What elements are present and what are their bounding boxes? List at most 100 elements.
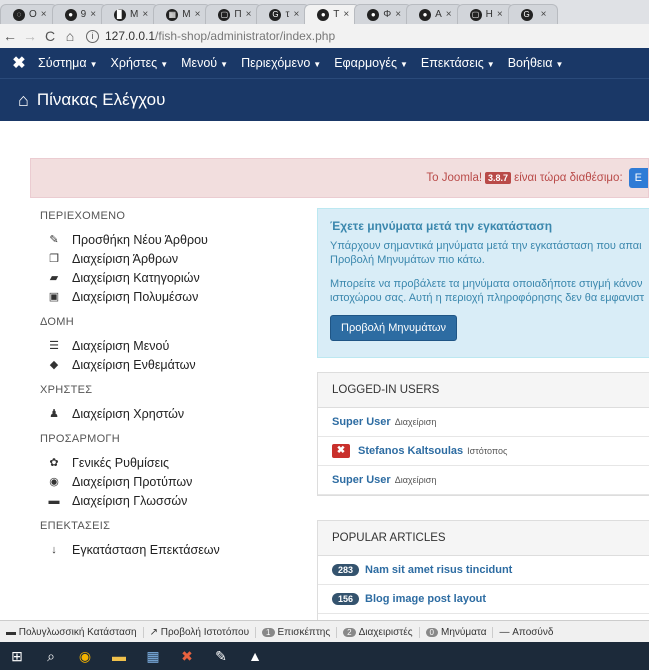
logout-user-button[interactable]: ✖: [332, 444, 350, 458]
browser-tab[interactable]: ◌ O ×: [0, 4, 58, 24]
browser-tab[interactable]: Gτ ×: [256, 4, 311, 24]
copy-icon: ❐: [49, 253, 59, 265]
logout-link[interactable]: — Αποσύνδ: [493, 627, 559, 638]
browser-tab[interactable]: ▢ H ×: [456, 4, 514, 24]
admin-top-menu: ✖ Σύστημα ▼ Χρήστες ▼ Μενού ▼ Περιεχόμενο ▼ Εφαρ…: [0, 48, 649, 78]
sidebar-item[interactable]: ◆ Διαχείριση Ενθεμάτων: [46, 355, 300, 374]
windows-start-icon[interactable]: ⊞: [0, 648, 34, 665]
sidebar-item[interactable]: ♟ Διαχείριση Χρηστών: [46, 404, 300, 423]
module-header: POPULAR ARTICLES: [318, 521, 649, 556]
chrome-icon[interactable]: ◉: [68, 648, 102, 665]
sidebar-item[interactable]: ▣ Διαχείριση Πολυμέσων: [46, 287, 300, 306]
tab-close-icon[interactable]: ×: [142, 9, 148, 20]
tab-favicon-icon: ◌: [13, 8, 25, 21]
tab-close-icon[interactable]: ×: [41, 9, 47, 20]
top-menu-item[interactable]: Βοήθεια ▼: [508, 56, 564, 70]
tab-close-icon[interactable]: ×: [395, 9, 401, 20]
photos-icon[interactable]: ▲: [238, 648, 272, 664]
top-menu-label: Επεκτάσεις: [420, 56, 484, 70]
search-icon[interactable]: ⌕: [34, 648, 68, 665]
sidebar-section-title: ΠΡΟΣΑΡΜΟΓΗ: [40, 433, 121, 445]
tab-close-icon[interactable]: ×: [246, 9, 252, 20]
user-name-link[interactable]: Super User: [332, 474, 391, 486]
tab-title: A: [435, 9, 442, 20]
sidebar-item-label: Διαχείριση Μενού: [72, 338, 170, 353]
sidebar-section: ΕΠΕΚΤΑΣΕΙΣ ↓ Εγκατάσταση Επεκτάσεων: [40, 520, 300, 559]
cog-icon: ✿: [49, 457, 59, 469]
sidebar-item[interactable]: ☰ Διαχείριση Μενού: [46, 336, 300, 355]
view-messages-button[interactable]: Προβολή Μηνυμάτων: [330, 315, 457, 341]
top-menu-item[interactable]: Χρήστες ▼: [111, 56, 169, 70]
article-link[interactable]: Nam sit amet risus tincidunt: [365, 564, 512, 576]
top-menu-item[interactable]: Εφαρμογές ▼: [334, 56, 408, 70]
user-area: Ιστότοπος: [467, 446, 508, 456]
visitors-status[interactable]: 1 Επισκέπτης: [256, 626, 338, 638]
external-link-icon: ↗: [149, 626, 161, 638]
home-icon[interactable]: ⌂: [60, 28, 80, 44]
sidebar-item-label: Διαχείριση Άρθρων: [72, 251, 179, 266]
sidebar-item[interactable]: ✎ Προσθήκη Νέου Άρθρου: [46, 230, 300, 249]
postinstall-text-1: Υπάρχουν σημαντικά μηνύματα μετά την εγκ…: [330, 240, 642, 266]
tab-title: Π: [234, 9, 242, 20]
top-menu-item[interactable]: Επεκτάσεις ▼: [421, 56, 495, 70]
top-menu-item[interactable]: Μενού ▼: [181, 56, 228, 70]
browser-tab[interactable]: G ×: [507, 4, 558, 24]
multilanguage-status[interactable]: ▬ Πολυγλωσσική Κατάσταση: [0, 626, 144, 638]
sidebar-item-label: Διαχείριση Πολυμέσων: [72, 289, 199, 304]
preview-site-link[interactable]: ↗ Προβολή Ιστοτόπου: [144, 626, 257, 638]
top-menu-item[interactable]: Περιεχόμενο ▼: [241, 56, 321, 70]
sidebar-item[interactable]: ▰ Διαχείριση Κατηγοριών: [46, 268, 300, 287]
joomla-app-icon[interactable]: ✖: [170, 648, 204, 665]
admins-status[interactable]: 2 Διαχειριστές: [337, 626, 420, 638]
update-button[interactable]: E: [628, 168, 648, 188]
user-name-link[interactable]: Super User: [332, 416, 391, 428]
logged-user-row: Super User Διαχείριση: [318, 408, 649, 437]
browser-tab[interactable]: ● 9 ×: [51, 4, 108, 24]
article-link[interactable]: Blog image post layout: [365, 593, 486, 605]
tab-close-icon[interactable]: ×: [293, 9, 299, 20]
sidebar-item[interactable]: ✿ Γενικές Ρυθμίσεις: [46, 453, 300, 472]
url-field[interactable]: i 127.0.0.1/fish-shop/administrator/inde…: [86, 29, 335, 43]
sidebar-section-title: ΕΠΕΚΤΑΣΕΙΣ: [40, 520, 111, 532]
minus-icon: —: [499, 626, 513, 638]
tab-favicon-icon: ●: [64, 8, 77, 21]
sidebar-item[interactable]: ▬ Διαχείριση Γλωσσών: [46, 491, 300, 510]
sidebar-item[interactable]: ↓ Εγκατάσταση Επεκτάσεων: [46, 540, 300, 559]
tab-close-icon[interactable]: ×: [446, 9, 452, 20]
publisher-icon[interactable]: ▦: [136, 648, 170, 665]
sidebar-item-label: Διαχείριση Χρηστών: [72, 406, 185, 421]
tab-close-icon[interactable]: ×: [541, 9, 547, 20]
tab-close-icon[interactable]: ×: [90, 9, 96, 20]
browser-tab[interactable]: ▢ Π ×: [205, 4, 263, 24]
tab-favicon-icon: ●: [419, 8, 432, 21]
browser-tab[interactable]: ▦ M ×: [153, 4, 212, 24]
sidebar-item-label: Διαχείριση Γλωσσών: [72, 493, 188, 508]
messages-status[interactable]: 0 Μηνύματα: [420, 626, 494, 638]
tab-close-icon[interactable]: ×: [343, 9, 349, 20]
sidebar-item-label: Προσθήκη Νέου Άρθρου: [72, 232, 208, 247]
sidebar-section: ΧΡΗΣΤΕΣ ♟ Διαχείριση Χρηστών: [40, 384, 300, 423]
file-explorer-icon[interactable]: ▬: [102, 648, 136, 664]
browser-tab[interactable]: ▊ M ×: [101, 4, 160, 24]
tab-favicon-icon: ●: [367, 8, 380, 21]
browser-tab[interactable]: ● A ×: [406, 4, 463, 24]
sidebar-item[interactable]: ◉ Διαχείριση Προτύπων: [46, 472, 300, 491]
address-bar: ← → C ⌂ i 127.0.0.1/fish-shop/administra…: [0, 24, 649, 49]
sidebar-item[interactable]: ❐ Διαχείριση Άρθρων: [46, 249, 300, 268]
joomla-logo-icon[interactable]: ✖: [0, 53, 38, 73]
back-icon[interactable]: ←: [0, 28, 20, 44]
forward-icon[interactable]: →: [20, 28, 40, 44]
tab-close-icon[interactable]: ×: [497, 9, 503, 20]
browser-tab[interactable]: ● Φ ×: [354, 4, 413, 24]
sidebar-item-label: Διαχείριση Κατηγοριών: [72, 270, 200, 285]
paint-icon[interactable]: ✎: [204, 648, 238, 665]
browser-tab[interactable]: ● T ×: [304, 4, 361, 24]
comments-icon: ▬: [48, 494, 60, 507]
reload-icon[interactable]: C: [40, 28, 60, 44]
tab-close-icon[interactable]: ×: [195, 9, 201, 20]
info-icon[interactable]: i: [86, 29, 99, 43]
admin-status-bar: ▬ Πολυγλωσσική Κατάσταση ↗ Προβολή Ιστοτ…: [0, 620, 649, 643]
tab-favicon-icon: ●: [317, 8, 330, 21]
top-menu-item[interactable]: Σύστημα ▼: [38, 56, 98, 70]
user-name-link[interactable]: Stefanos Kaltsoulas: [358, 445, 463, 457]
